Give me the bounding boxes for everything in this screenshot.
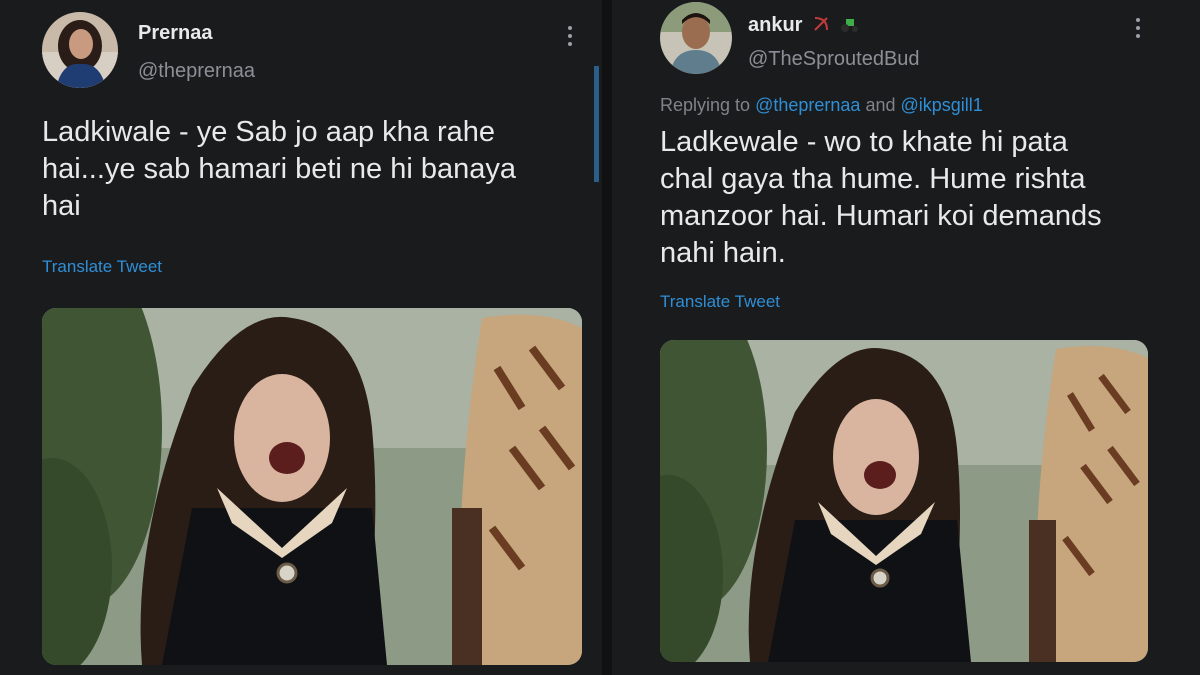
tweet-card-left[interactable]: Prernaa @theprernaa Ladkiwale - ye Sab j… bbox=[0, 0, 602, 675]
replying-to-line: Replying to @theprernaa and @ikpsgill1 bbox=[660, 95, 983, 116]
tweet-card-right[interactable]: ankur @TheSproutedBud Replying to @thepr… bbox=[612, 0, 1200, 675]
tweet-media-image[interactable] bbox=[660, 340, 1148, 662]
display-name[interactable]: Prernaa bbox=[138, 22, 213, 45]
profile-avatar-icon bbox=[42, 12, 118, 88]
more-options-icon[interactable] bbox=[567, 26, 573, 48]
mention-link[interactable]: @theprernaa bbox=[755, 95, 860, 115]
replying-prefix: Replying to bbox=[660, 95, 751, 115]
meme-photo-icon bbox=[660, 340, 1148, 662]
tweet-text: Ladkiwale - ye Sab jo aap kha rahe hai..… bbox=[42, 116, 516, 222]
translate-tweet-link[interactable]: Translate Tweet bbox=[42, 257, 162, 277]
display-name[interactable]: ankur bbox=[748, 14, 860, 39]
mention-link[interactable]: @ikpsgill1 bbox=[901, 95, 983, 115]
user-handle[interactable]: @TheSproutedBud bbox=[748, 48, 920, 71]
bow-and-arrow-icon bbox=[812, 15, 830, 39]
scroll-indicator bbox=[594, 66, 599, 182]
user-handle[interactable]: @theprernaa bbox=[138, 60, 255, 83]
tweet-media-image[interactable] bbox=[42, 308, 582, 665]
panel-divider bbox=[602, 0, 612, 675]
display-name-text: ankur bbox=[748, 14, 803, 36]
profile-avatar-icon bbox=[660, 2, 732, 74]
more-options-icon[interactable] bbox=[1135, 18, 1141, 40]
tweet-text: Ladkewale - wo to khate hi pata chal gay… bbox=[660, 126, 1102, 269]
translate-tweet-link[interactable]: Translate Tweet bbox=[660, 292, 780, 312]
avatar[interactable] bbox=[42, 12, 118, 88]
tractor-icon bbox=[840, 15, 860, 39]
avatar[interactable] bbox=[660, 2, 732, 74]
screenshot-canvas: Prernaa @theprernaa Ladkiwale - ye Sab j… bbox=[0, 0, 1200, 675]
meme-photo-icon bbox=[42, 308, 582, 665]
replying-and: and bbox=[865, 95, 896, 115]
